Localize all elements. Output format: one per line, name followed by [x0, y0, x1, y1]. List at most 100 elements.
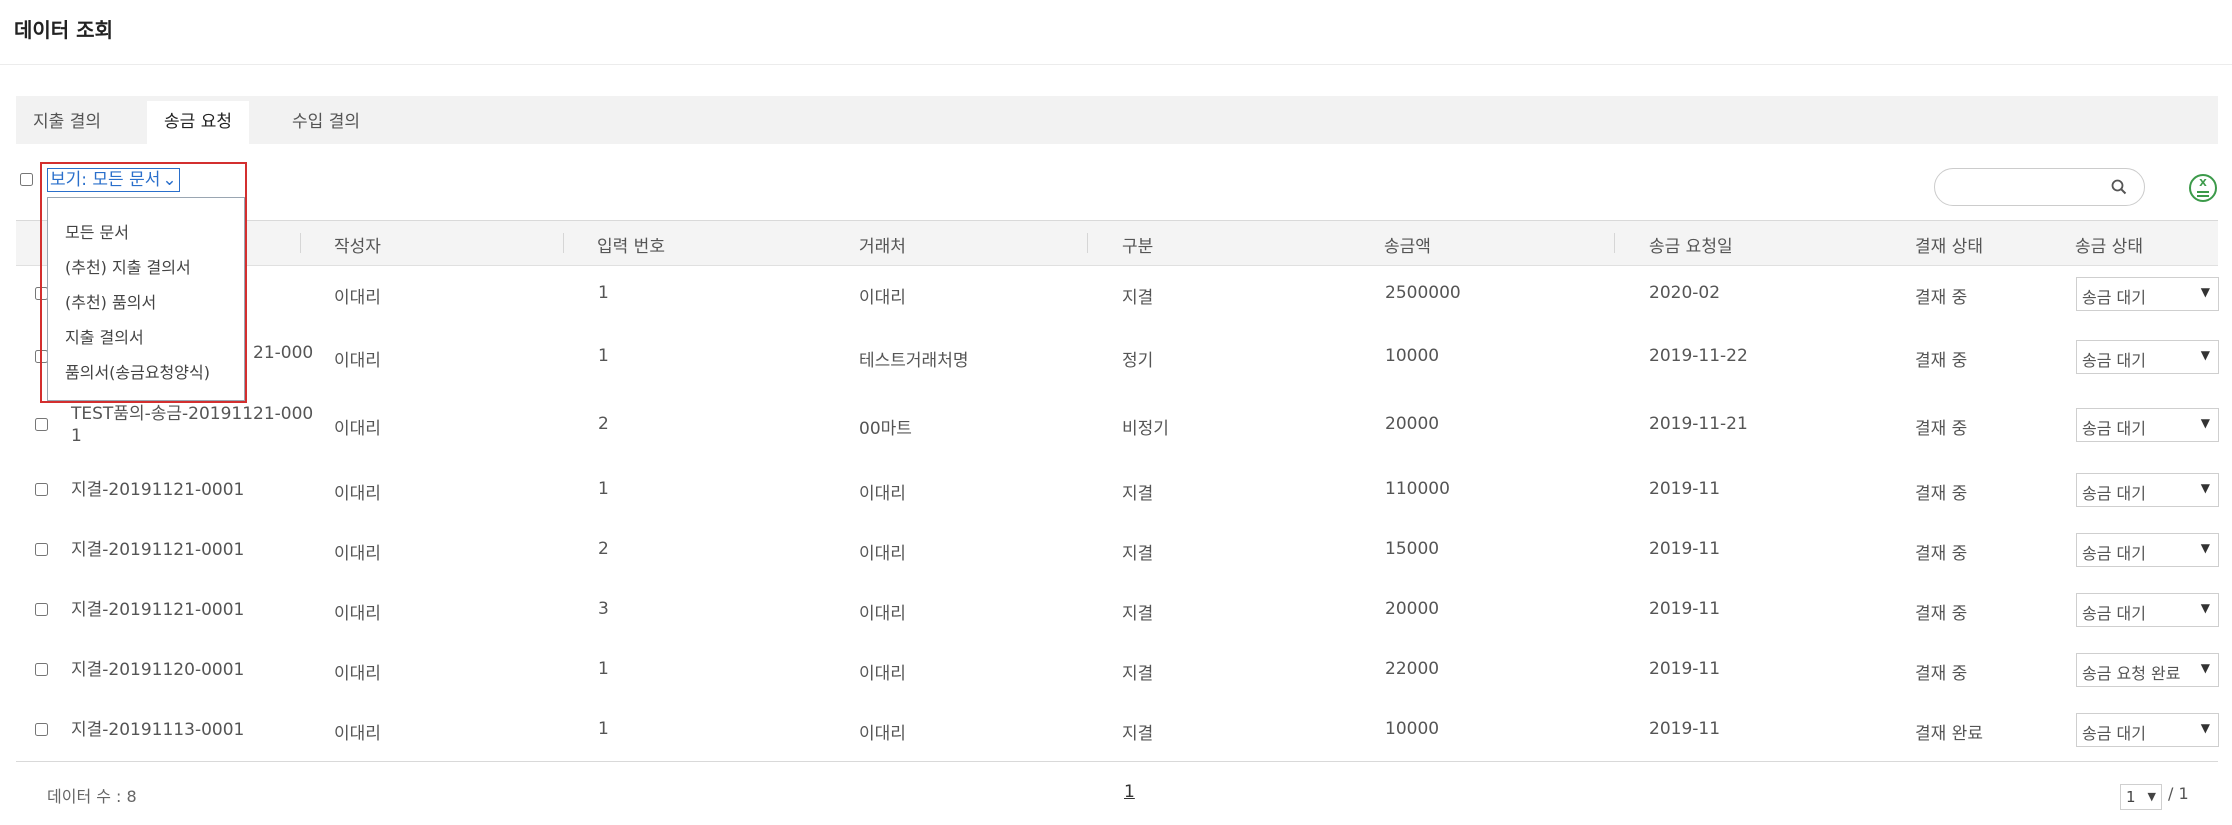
tab-income-resolution[interactable]: 수입 결의 — [276, 101, 376, 144]
document-number-cell: 지결-20191113-0001 — [71, 719, 244, 763]
table-header: 작성자 입력 번호 거래처 구분 송금액 송금 요청일 결재 상태 송금 상태 — [16, 220, 2218, 266]
select-arrow-icon: ▼ — [2200, 416, 2210, 430]
chevron-down-icon: ⌄ — [162, 170, 177, 190]
request-date-cell: 2019-11-22 — [1649, 346, 1748, 366]
approval-status-cell: 결재 중 — [1915, 604, 1968, 624]
remittance-status-select[interactable]: 송금 대기 ▼ — [2076, 408, 2219, 442]
select-all-checkbox[interactable] — [20, 173, 33, 186]
select-arrow-icon: ▼ — [2200, 661, 2210, 675]
entry-number-cell: 1 — [598, 346, 609, 366]
remittance-status-select[interactable]: 송금 대기 ▼ — [2076, 593, 2219, 627]
remittance-status-select[interactable]: 송금 대기 ▼ — [2076, 533, 2219, 567]
search-input[interactable] — [1949, 175, 2103, 201]
dropdown-option-proposal-remittance[interactable]: 품의서(송금요청양식) — [65, 359, 210, 383]
author-cell: 이대리 — [334, 484, 381, 504]
search-box — [1934, 168, 2145, 206]
row-checkbox[interactable] — [35, 483, 48, 496]
entry-number-cell: 1 — [598, 479, 609, 499]
amount-cell: 110000 — [1385, 479, 1450, 499]
select-arrow-icon: ▼ — [2147, 790, 2156, 803]
author-cell: 이대리 — [334, 604, 381, 624]
table-bottom-divider — [16, 761, 2218, 762]
column-header-remittance-status[interactable]: 송금 상태 — [2075, 232, 2143, 257]
tab-expense-resolution[interactable]: 지출 결의 — [24, 101, 110, 144]
amount-cell: 15000 — [1385, 539, 1440, 559]
document-number-line2: 1 — [71, 426, 82, 446]
excel-download-icon[interactable]: X — [2189, 174, 2217, 202]
amount-cell: 22000 — [1385, 659, 1440, 679]
column-header-amount[interactable]: 송금액 — [1384, 232, 1431, 257]
row-checkbox[interactable] — [35, 603, 48, 616]
amount-cell: 20000 — [1385, 414, 1440, 434]
entry-number-cell: 1 — [598, 659, 609, 679]
tab-remittance-request[interactable]: 송금 요청 — [147, 101, 249, 144]
title-divider — [0, 64, 2232, 65]
remittance-status-select[interactable]: 송금 대기 ▼ — [2076, 713, 2219, 747]
select-arrow-icon: ▼ — [2200, 285, 2210, 299]
remittance-status-value: 송금 대기 — [2082, 288, 2146, 307]
request-date-cell: 2020-02 — [1649, 283, 1721, 303]
dropdown-option-recommended-proposal[interactable]: (추천) 품의서 — [65, 289, 156, 313]
remittance-status-select[interactable]: 송금 대기 ▼ — [2076, 473, 2219, 507]
type-cell: 지결 — [1122, 288, 1154, 308]
document-number-line2 — [71, 621, 244, 643]
request-date-cell: 2019-11 — [1649, 659, 1721, 679]
row-checkbox[interactable] — [35, 543, 48, 556]
entry-number-cell: 1 — [598, 719, 609, 739]
dropdown-option-expense-resolution[interactable]: 지출 결의서 — [65, 324, 144, 348]
remittance-status-value: 송금 대기 — [2082, 419, 2146, 438]
column-header-request-date[interactable]: 송금 요청일 — [1649, 232, 1733, 257]
vendor-cell: 00마트 — [859, 419, 912, 439]
document-number-line2 — [253, 364, 313, 386]
dropdown-option-all-documents[interactable]: 모든 문서 — [65, 219, 129, 243]
row-checkbox[interactable] — [35, 723, 48, 736]
entry-number-cell: 2 — [598, 539, 609, 559]
document-number-line1: 지결-20191120-0001 — [71, 660, 245, 680]
approval-status-cell: 결재 중 — [1915, 351, 1968, 371]
row-checkbox[interactable] — [35, 418, 48, 431]
author-cell: 이대리 — [334, 544, 381, 564]
author-cell: 이대리 — [334, 664, 381, 684]
document-number-cell: TEST품의-송금-20191121-000 1 — [71, 403, 313, 447]
row-checkbox[interactable] — [35, 663, 48, 676]
type-cell: 지결 — [1122, 724, 1154, 744]
vendor-cell: 이대리 — [859, 724, 906, 744]
view-filter-value: 보기: 모든 문서 — [50, 170, 161, 190]
column-header-entry-number[interactable]: 입력 번호 — [597, 232, 665, 257]
document-number-cell: 지결-20191120-0001 — [71, 659, 244, 703]
select-arrow-icon: ▼ — [2200, 541, 2210, 555]
page-number-select[interactable]: 1 ▼ — [2120, 784, 2162, 810]
type-cell: 지결 — [1122, 664, 1154, 684]
remittance-status-value: 송금 대기 — [2082, 484, 2146, 503]
view-filter-select[interactable]: 보기: 모든 문서 ⌄ — [47, 168, 180, 192]
request-date-cell: 2019-11 — [1649, 719, 1721, 739]
approval-status-cell: 결재 중 — [1915, 419, 1968, 439]
document-number-line2 — [71, 741, 244, 763]
dropdown-option-recommended-expense[interactable]: (추천) 지출 결의서 — [65, 254, 191, 278]
approval-status-cell: 결재 중 — [1915, 664, 1968, 684]
vendor-cell: 이대리 — [859, 544, 906, 564]
document-number-line1: TEST품의-송금-20191121-000 — [71, 404, 314, 424]
page-title: 데이터 조회 — [14, 18, 113, 42]
tab-bar: 지출 결의 송금 요청 수입 결의 — [16, 96, 2218, 144]
column-header-author[interactable]: 작성자 — [334, 232, 381, 257]
vendor-cell: 이대리 — [859, 604, 906, 624]
vendor-cell: 이대리 — [859, 288, 906, 308]
request-date-cell: 2019-11 — [1649, 479, 1721, 499]
column-header-approval-status[interactable]: 결재 상태 — [1915, 232, 1983, 257]
entry-number-cell: 3 — [598, 599, 609, 619]
approval-status-cell: 결재 중 — [1915, 484, 1968, 504]
entry-number-cell: 2 — [598, 414, 609, 434]
select-arrow-icon: ▼ — [2200, 348, 2210, 362]
remittance-status-select[interactable]: 송금 대기 ▼ — [2076, 340, 2219, 374]
column-header-type[interactable]: 구분 — [1122, 232, 1153, 257]
remittance-status-select[interactable]: 송금 요청 완료 ▼ — [2076, 653, 2219, 687]
remittance-status-select[interactable]: 송금 대기 ▼ — [2076, 277, 2219, 311]
approval-status-cell: 결재 중 — [1915, 544, 1968, 564]
entry-number-cell: 1 — [598, 283, 609, 303]
document-number-cell: 21-000 — [253, 342, 313, 386]
page-link-current[interactable]: 1 — [1124, 782, 1135, 802]
search-icon[interactable] — [2111, 179, 2127, 195]
document-number-line1: 21-000 — [253, 343, 314, 363]
column-header-vendor[interactable]: 거래처 — [859, 232, 906, 257]
